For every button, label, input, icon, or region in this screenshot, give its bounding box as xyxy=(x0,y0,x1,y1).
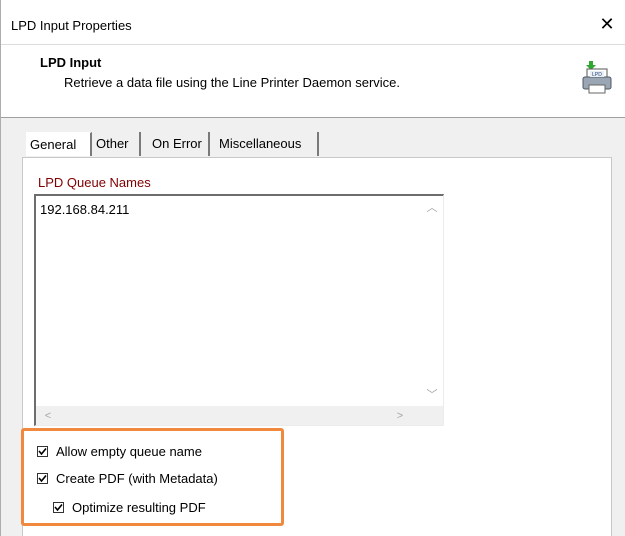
title-bar: LPD Input Properties ✕ xyxy=(1,0,625,45)
tab-on-error[interactable]: On Error xyxy=(148,132,210,156)
vertical-scrollbar[interactable]: ︿ ﹀ xyxy=(421,196,443,407)
close-icon: ✕ xyxy=(599,14,615,34)
checkbox-checked-icon xyxy=(37,445,48,457)
optimize-pdf-label: Optimize resulting PDF xyxy=(72,499,206,515)
properties-dialog: LPD Input Properties ✕ LPD Input Retriev… xyxy=(0,0,625,536)
window-title: LPD Input Properties xyxy=(11,18,132,33)
queue-names-label: LPD Queue Names xyxy=(38,175,151,190)
scroll-right-icon[interactable]: > xyxy=(392,408,408,424)
allow-empty-queue-checkbox[interactable]: Allow empty queue name xyxy=(37,442,202,460)
scroll-down-icon[interactable]: ﹀ xyxy=(424,387,440,403)
tab-general[interactable]: General xyxy=(26,132,92,156)
queue-names-textarea[interactable]: 192.168.84.211 ︿ ﹀ < > xyxy=(34,194,444,426)
horizontal-scrollbar[interactable]: < > xyxy=(36,406,422,425)
scrollbar-corner xyxy=(421,406,443,425)
tab-miscellaneous[interactable]: Miscellaneous xyxy=(215,132,319,156)
header-description: Retrieve a data file using the Line Prin… xyxy=(64,75,401,90)
checkbox-checked-icon xyxy=(53,501,64,513)
tab-other[interactable]: Other xyxy=(92,132,141,156)
svg-text:LPD: LPD xyxy=(592,72,602,78)
queue-names-value: 192.168.84.211 xyxy=(40,202,130,217)
scroll-up-icon[interactable]: ︿ xyxy=(424,200,440,216)
lpd-printer-icon: LPD xyxy=(580,59,614,95)
optimize-pdf-checkbox[interactable]: Optimize resulting PDF xyxy=(53,498,206,516)
create-pdf-label: Create PDF (with Metadata) xyxy=(56,470,218,486)
scroll-left-icon[interactable]: < xyxy=(40,408,56,424)
allow-empty-queue-label: Allow empty queue name xyxy=(56,443,202,459)
dialog-header: LPD Input Retrieve a data file using the… xyxy=(1,45,625,118)
header-title: LPD Input xyxy=(40,55,102,70)
checkbox-checked-icon xyxy=(37,472,48,484)
create-pdf-checkbox[interactable]: Create PDF (with Metadata) xyxy=(37,469,218,487)
close-button[interactable]: ✕ xyxy=(595,12,619,36)
